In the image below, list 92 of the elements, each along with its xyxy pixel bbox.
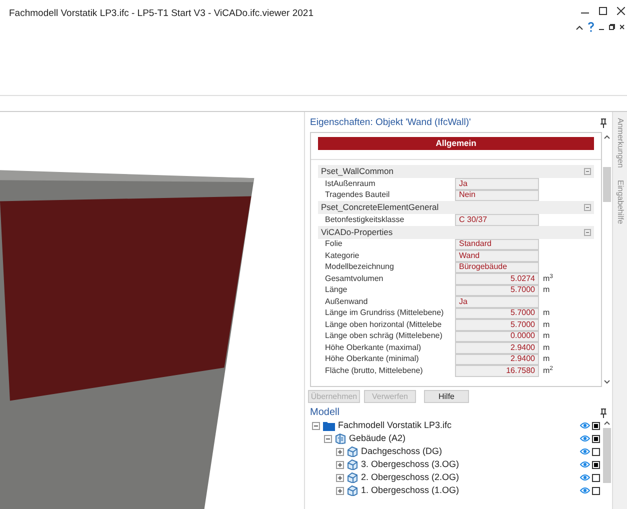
tree-item[interactable]: Gebäude (A2) (349, 432, 406, 446)
close-icon[interactable] (617, 7, 625, 15)
unit-label: m$^{3}$ (543, 272, 554, 285)
property-label: Höhe Oberkante (minimal) (325, 353, 420, 366)
property-value[interactable]: Bürogebäude (455, 262, 539, 273)
property-label: Kategorie (325, 250, 360, 262)
help-icon[interactable] (588, 22, 594, 32)
expand-icon[interactable] (336, 486, 344, 494)
group-header[interactable]: Pset_WallCommon (318, 165, 594, 178)
unit-label: m (543, 284, 550, 296)
storey-icon (347, 485, 358, 496)
property-value[interactable]: Standard (455, 238, 539, 250)
panel-title: Modell (310, 406, 340, 420)
restore-icon[interactable] (609, 24, 615, 30)
scroll-thumb[interactable] (603, 428, 611, 483)
unit-label: m (543, 342, 550, 354)
property-label: IstAußenraum (325, 178, 376, 190)
property-label: Betonfestigkeitsklasse (325, 214, 406, 226)
property-value[interactable]: Ja (455, 296, 539, 308)
property-value[interactable]: 5.7000 (455, 284, 539, 296)
caret-up-icon[interactable] (604, 135, 610, 139)
checkbox[interactable] (592, 448, 600, 456)
collapse-icon[interactable] (584, 228, 591, 236)
unit-label: m$^{2}$ (543, 364, 554, 377)
property-value[interactable]: Nein (455, 190, 539, 201)
checkbox[interactable] (592, 460, 600, 468)
folder-icon (323, 420, 335, 430)
panel-title: Eigenschaften: Objekt 'Wand (IfcWall)' (310, 116, 471, 130)
property-label: Tragendes Bauteil (325, 189, 391, 202)
pin-icon[interactable] (600, 408, 607, 418)
eye-icon[interactable] (580, 474, 590, 481)
checkbox[interactable] (592, 486, 600, 494)
property-label: Fläche (brutto, Mittelebene) (325, 364, 424, 377)
group-header[interactable]: Pset_ConcreteElementGeneral (318, 201, 594, 214)
collapse-icon[interactable] (324, 434, 332, 442)
eye-icon[interactable] (580, 461, 590, 468)
checkbox[interactable] (592, 422, 600, 430)
property-value[interactable]: Wand (455, 250, 539, 262)
property-value[interactable]: 5.0274 (455, 273, 539, 284)
property-value[interactable]: 2.9400 (455, 354, 539, 365)
caret-down-icon[interactable] (604, 380, 610, 384)
unit-label: m (543, 330, 550, 342)
property-label: Länge im Grundriss (Mittelebene) (325, 307, 445, 320)
tree-item[interactable]: 1. Obergeschoss (1.OG) (361, 484, 460, 498)
property-value[interactable]: 16.7580 (455, 365, 539, 376)
storey-icon (347, 459, 358, 470)
eye-icon[interactable] (580, 448, 590, 455)
property-value[interactable]: Ja (455, 178, 539, 190)
property-label: Länge oben horizontal (Mittelebe (325, 318, 443, 331)
checkbox[interactable] (592, 434, 600, 442)
eye-icon[interactable] (580, 422, 590, 429)
property-value[interactable]: 2.9400 (455, 342, 539, 354)
property-value[interactable]: 5.7000 (455, 319, 539, 330)
storey-icon (347, 472, 358, 483)
group-header[interactable]: ViCADo-Properties (318, 226, 594, 238)
eye-icon[interactable] (580, 435, 590, 442)
collapse-icon[interactable] (312, 422, 320, 430)
collapse-icon[interactable] (584, 168, 591, 175)
close-icon[interactable] (620, 24, 625, 30)
tree-item[interactable]: 2. Obergeschoss (2.OG) (361, 470, 460, 484)
building-icon (335, 433, 346, 444)
property-label: Folie (325, 238, 344, 250)
property-label: Länge (325, 284, 348, 296)
maximize-icon[interactable] (599, 7, 607, 15)
property-value[interactable]: 0.0000 (455, 330, 539, 342)
tree-item[interactable]: Fachmodell Vorstatik LP3.ifc (338, 418, 452, 432)
property-label: Höhe Oberkante (maximal) (325, 342, 422, 354)
window-title: Fachmodell Vorstatik LP3.ifc - LP5-T1 Start V3 - ViCADo.ifc.viewer 2021 (8, 7, 314, 21)
property-label: Außenwand (325, 296, 369, 308)
tree-item[interactable]: 3. Obergeschoss (3.OG) (361, 458, 460, 472)
property-value[interactable]: C 30/37 (455, 214, 539, 226)
unit-label: m (543, 318, 550, 331)
expand-icon[interactable] (336, 448, 344, 456)
unit-label: m (543, 307, 550, 320)
tree-item[interactable]: Dachgeschoss (DG) (361, 444, 442, 458)
property-label: Modellbezeichnung (325, 261, 395, 274)
scroll-thumb[interactable] (603, 167, 611, 202)
caret-up-icon[interactable] (604, 421, 610, 425)
action-button[interactable]: Hilfe (424, 390, 469, 403)
property-label: Gesamtvolumen (325, 272, 384, 285)
property-label: Länge oben schräg (Mittelebene) (325, 330, 444, 342)
collapse-icon[interactable] (584, 204, 591, 211)
unit-label: m (543, 353, 550, 366)
storey-icon (347, 446, 358, 457)
pin-icon[interactable] (600, 118, 607, 128)
property-value[interactable]: 5.7000 (455, 308, 539, 319)
expand-icon[interactable] (336, 460, 344, 468)
eye-icon[interactable] (580, 487, 590, 494)
section-header[interactable]: Allgemein (318, 137, 594, 150)
expand-icon[interactable] (336, 474, 344, 482)
checkbox[interactable] (592, 474, 600, 482)
caret-up-icon[interactable] (576, 24, 583, 30)
